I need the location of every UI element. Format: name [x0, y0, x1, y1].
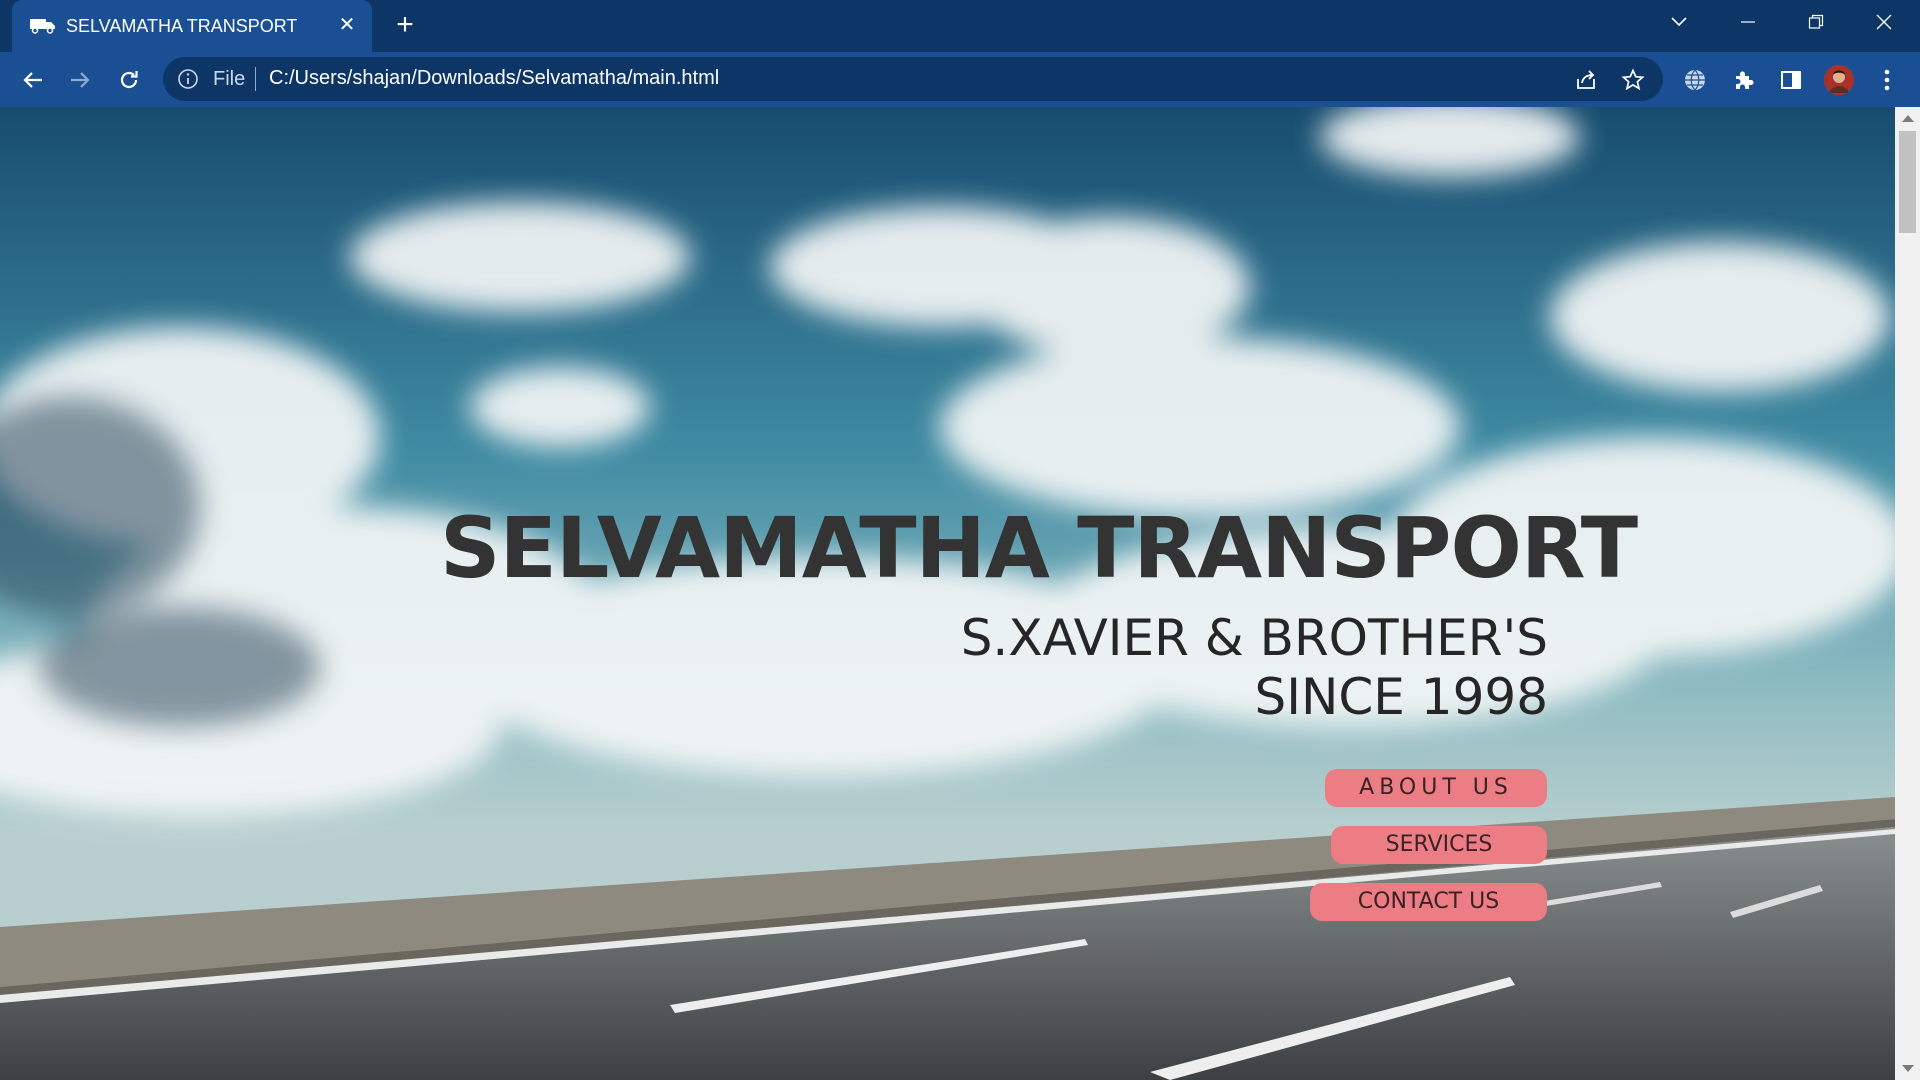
minimize-icon[interactable]	[1714, 0, 1782, 44]
truck-icon	[30, 19, 55, 34]
close-window-icon[interactable]	[1850, 0, 1918, 44]
tab-title: SELVAMATHA TRANSPORT	[66, 16, 298, 36]
scroll-up-arrow-icon[interactable]	[1902, 115, 1914, 122]
subtitle-line-2: SINCE 1998	[1254, 668, 1548, 726]
address-bar[interactable]: File C:/Users/shajan/Downloads/Selvamath…	[163, 57, 1663, 101]
tab-search-icon[interactable]	[1645, 0, 1713, 44]
page-viewport: SELVAMATHA TRANSPORT S.XAVIER & BROTHER'…	[0, 107, 1895, 1080]
contact-us-button[interactable]: CONTACT US	[1310, 883, 1547, 921]
globe-icon[interactable]	[1680, 65, 1710, 95]
tab-close-icon[interactable]: ✕	[336, 14, 358, 36]
bookmark-star-icon[interactable]	[1620, 67, 1646, 93]
reload-icon[interactable]	[112, 63, 146, 97]
browser-titlebar: SELVAMATHA TRANSPORT ✕ +	[0, 0, 1920, 52]
url-scheme-label: File	[213, 68, 246, 90]
back-arrow-icon[interactable]	[16, 63, 50, 97]
page-subtitle: S.XAVIER & BROTHER'S SINCE 1998	[700, 609, 1548, 727]
page-title: SELVAMATHA TRANSPORT	[440, 499, 1638, 597]
new-tab-button[interactable]: +	[390, 10, 420, 41]
scroll-down-arrow-icon[interactable]	[1902, 1065, 1914, 1072]
profile-avatar[interactable]	[1824, 65, 1854, 95]
side-panel-icon[interactable]	[1776, 65, 1806, 95]
scrollbar-thumb[interactable]	[1899, 131, 1916, 233]
about-us-button[interactable]: ABOUT US	[1325, 769, 1547, 807]
url-text[interactable]: C:/Users/shajan/Downloads/Selvamatha/mai…	[269, 67, 719, 90]
info-icon[interactable]	[177, 68, 199, 90]
browser-tab[interactable]: SELVAMATHA TRANSPORT ✕	[12, 0, 372, 52]
services-button[interactable]: SERVICES	[1331, 826, 1547, 864]
restore-icon[interactable]	[1782, 0, 1850, 44]
browser-toolbar: File C:/Users/shajan/Downloads/Selvamath…	[0, 52, 1920, 107]
forward-arrow-icon[interactable]	[63, 63, 97, 97]
subtitle-line-1: S.XAVIER & BROTHER'S	[960, 609, 1548, 667]
address-divider	[255, 67, 256, 91]
share-icon[interactable]	[1573, 67, 1599, 93]
puzzle-icon[interactable]	[1729, 65, 1759, 95]
vertical-scrollbar[interactable]	[1895, 107, 1920, 1080]
kebab-menu-icon[interactable]	[1872, 65, 1902, 95]
